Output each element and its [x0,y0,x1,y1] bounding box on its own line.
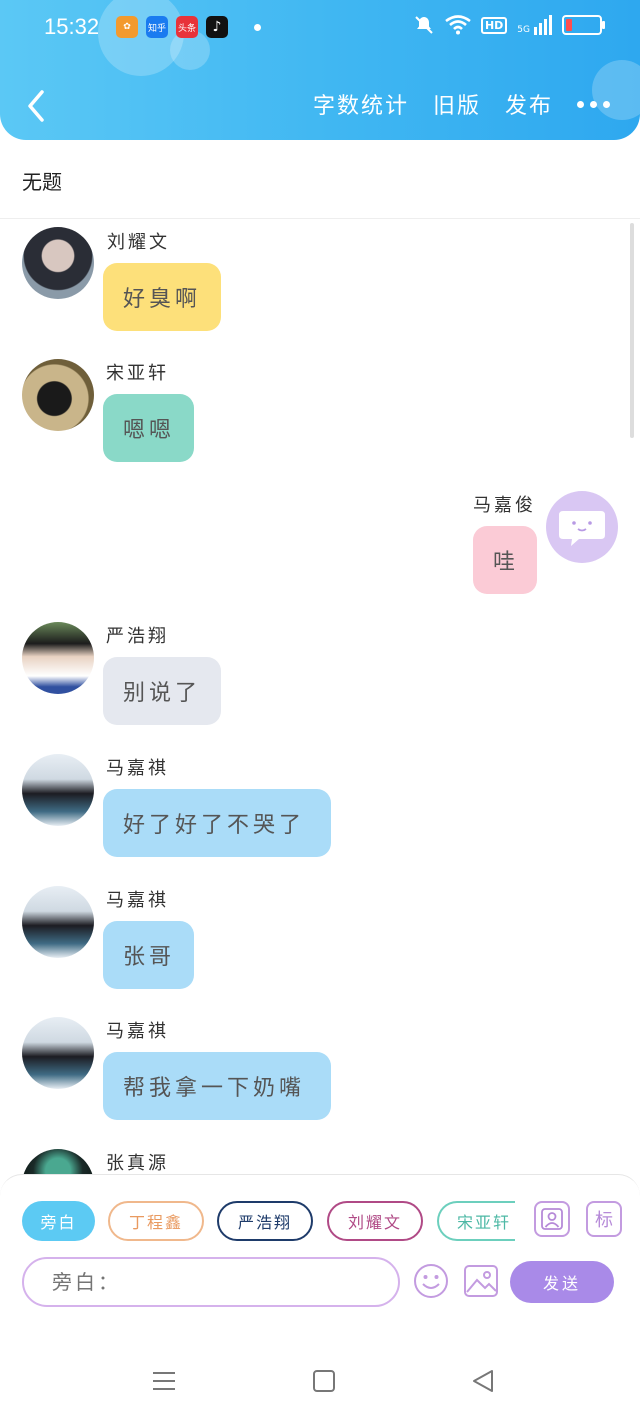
toutiao-notification-icon: 头条 [176,16,198,38]
sender-name: 马嘉俊 [473,495,536,516]
message-input[interactable] [22,1257,400,1307]
app-header: 15:32 ✿ 知乎 头条 ♪ HD 5G 字数统计 旧版 发布 [0,0,640,140]
image-icon [464,1265,498,1297]
chat-message[interactable]: 张真源 [0,1140,640,1174]
sender-name: 马嘉祺 [106,890,169,911]
chat-bubble-face-icon [559,511,605,546]
more-notifications-dot [254,24,261,31]
avatar-yan-haoxiang[interactable] [22,622,94,694]
decor-bubble [98,0,184,76]
chat-message[interactable]: 严浩翔 别说了 [0,613,640,733]
chat-message[interactable]: 马嘉俊 哇 [0,482,640,602]
header-actions: 字数统计 旧版 发布 [313,88,610,120]
hd-badge: HD [480,16,508,34]
system-navigation-bar [0,1309,640,1422]
square-icon [313,1370,335,1392]
avatar-zhang-zhenyuan[interactable] [22,1149,94,1174]
tag-button[interactable]: 标 [586,1201,622,1237]
role-chip-song-yaxuan[interactable]: 宋亚轩 [437,1201,515,1241]
emoji-button[interactable] [413,1263,449,1299]
chat-message[interactable]: 马嘉祺 好了好了不哭了 [0,745,640,865]
story-title[interactable]: 无题 [22,166,62,195]
avatar-ma-jiaqi[interactable] [22,886,94,958]
message-bubble[interactable]: 好臭啊 [103,263,221,331]
signal-icon: 5G [517,15,552,35]
avatar-ma-jiaqi[interactable] [22,1017,94,1089]
app-notification-icon: ✿ [116,16,138,38]
sender-name: 刘耀文 [107,232,170,253]
person-card-icon [541,1208,563,1230]
chat-area[interactable]: 刘耀文 好臭啊 宋亚轩 嗯嗯 马嘉俊 哇 严浩翔 别说了 马嘉祺 好了好了不哭了 [0,219,640,1174]
home-button[interactable] [312,1369,336,1397]
zhihu-notification-icon: 知乎 [146,16,168,38]
story-title-bar[interactable]: 无题 [0,140,640,219]
smiley-icon [414,1264,448,1298]
more-options-button[interactable] [577,100,610,108]
chat-message[interactable]: 刘耀文 好臭啊 [0,219,640,339]
avatar-ma-jiajun[interactable] [546,491,618,563]
network-type: 5G [517,25,530,35]
chevron-left-icon [28,90,44,122]
tiktok-notification-icon: ♪ [206,16,228,38]
sender-name: 宋亚轩 [106,363,169,384]
sender-name: 张真源 [106,1153,169,1174]
message-bubble[interactable]: 哇 [473,526,537,594]
role-chip-yan-haoxiang[interactable]: 严浩翔 [217,1201,313,1241]
message-bubble[interactable]: 嗯嗯 [103,394,194,462]
sender-name: 严浩翔 [106,626,169,647]
battery-icon [562,15,605,35]
status-time: 15:32 [44,14,100,39]
old-version-button[interactable]: 旧版 [433,88,481,120]
role-chip-ding-chengxin[interactable]: 丁程鑫 [108,1201,204,1241]
publish-button[interactable]: 发布 [505,88,553,120]
mute-bell-icon [415,16,433,34]
wifi-icon [445,15,471,35]
menu-lines-icon [153,1372,175,1390]
chat-message[interactable]: 宋亚轩 嗯嗯 [0,350,640,470]
word-count-button[interactable]: 字数统计 [313,88,409,120]
avatar-ma-jiaqi[interactable] [22,754,94,826]
recents-button[interactable] [152,1369,176,1397]
message-bubble[interactable]: 帮我拿一下奶嘴 [103,1052,331,1120]
notification-icons: ✿ 知乎 头条 ♪ [116,16,228,38]
back-button[interactable] [22,88,50,124]
role-chip-narrator[interactable]: 旁白 [22,1201,95,1241]
sender-name: 马嘉祺 [106,1021,169,1042]
status-indicators: HD 5G [413,14,605,36]
message-bubble[interactable]: 别说了 [103,657,221,725]
image-button[interactable] [463,1263,499,1299]
avatar-liu-yaowen[interactable] [22,227,94,299]
send-button[interactable]: 发送 [510,1261,614,1303]
back-nav-button[interactable] [471,1369,495,1397]
message-bubble[interactable]: 张哥 [103,921,194,989]
role-chip-liu-yaowen[interactable]: 刘耀文 [327,1201,423,1241]
triangle-back-icon [473,1370,493,1392]
chat-message[interactable]: 马嘉祺 帮我拿一下奶嘴 [0,1008,640,1128]
sender-name: 马嘉祺 [106,758,169,779]
chat-message[interactable]: 马嘉祺 张哥 [0,877,640,997]
role-manager-button[interactable] [534,1201,570,1237]
avatar-song-yaxuan[interactable] [22,359,94,431]
message-bubble[interactable]: 好了好了不哭了 [103,789,331,857]
compose-panel: 旁白 丁程鑫 严浩翔 刘耀文 宋亚轩 标 发送 [0,1174,640,1310]
